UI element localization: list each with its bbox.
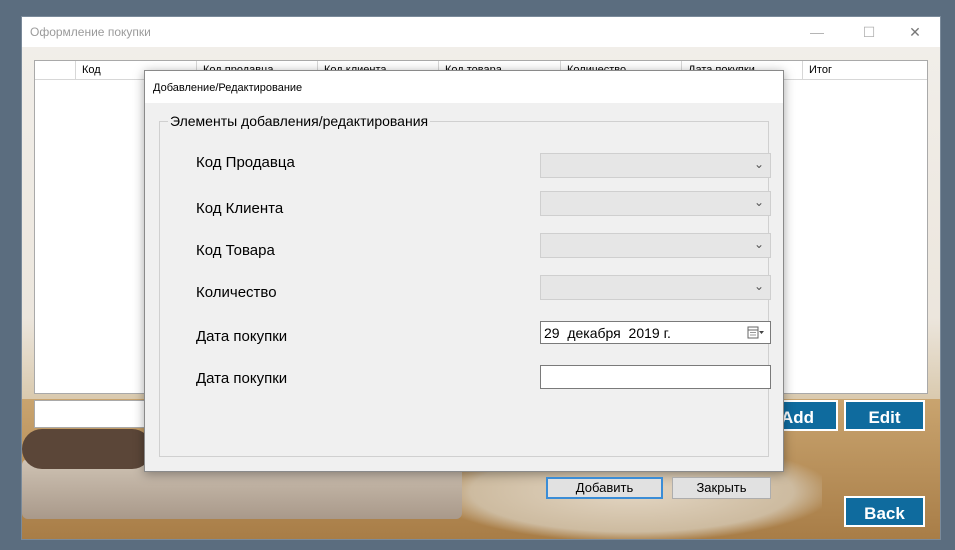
purchase-date-picker[interactable]: 29 декабря 2019 г. <box>540 321 771 344</box>
client-code-label: Код Клиента <box>196 200 284 217</box>
dialog-close-button[interactable]: Закрыть <box>672 477 771 499</box>
minimize-icon[interactable]: — <box>802 21 832 43</box>
purchase-date-label: Дата покупки <box>196 328 288 345</box>
purchase-date-textbox[interactable] <box>540 365 771 389</box>
chevron-down-icon: ⌄ <box>753 237 764 251</box>
chevron-down-icon: ⌄ <box>753 157 764 171</box>
calendar-icon[interactable] <box>747 326 765 340</box>
quantity-label: Количество <box>196 284 277 301</box>
main-titlebar: Оформление покупки — ☐ ✕ <box>22 17 940 47</box>
back-button[interactable]: Back <box>844 496 925 527</box>
chevron-down-icon: ⌄ <box>753 195 764 209</box>
grid-row-header-column[interactable] <box>35 61 76 79</box>
dialog-add-button[interactable]: Добавить <box>546 477 663 499</box>
quantity-combo[interactable]: ⌄ <box>540 275 771 300</box>
dialog-title: Добавление/Редактирование <box>153 82 303 94</box>
purchase-date-label-2: Дата покупки <box>196 370 288 387</box>
product-code-combo[interactable]: ⌄ <box>540 233 771 258</box>
seller-code-combo[interactable]: ⌄ <box>540 153 771 178</box>
grid-column-total[interactable]: Итог <box>803 61 927 79</box>
background-cushion <box>22 429 152 469</box>
elements-groupbox: Элементы добавления/редактирования Код П… <box>159 113 771 499</box>
seller-code-label: Код Продавца <box>196 154 295 171</box>
product-code-label: Код Товара <box>196 242 275 259</box>
main-window-title: Оформление покупки <box>30 25 151 39</box>
add-edit-dialog: Добавление/Редактирование Элементы добав… <box>144 70 784 499</box>
edit-button[interactable]: Edit <box>844 400 925 431</box>
close-icon[interactable]: ✕ <box>900 21 930 43</box>
purchase-date-value: 29 декабря 2019 г. <box>544 325 671 341</box>
maximize-icon[interactable]: ☐ <box>854 21 884 43</box>
chevron-down-icon: ⌄ <box>753 279 764 293</box>
dialog-titlebar: Добавление/Редактирование <box>145 71 783 103</box>
client-code-combo[interactable]: ⌄ <box>540 191 771 216</box>
groupbox-title: Элементы добавления/редактирования <box>168 113 431 129</box>
